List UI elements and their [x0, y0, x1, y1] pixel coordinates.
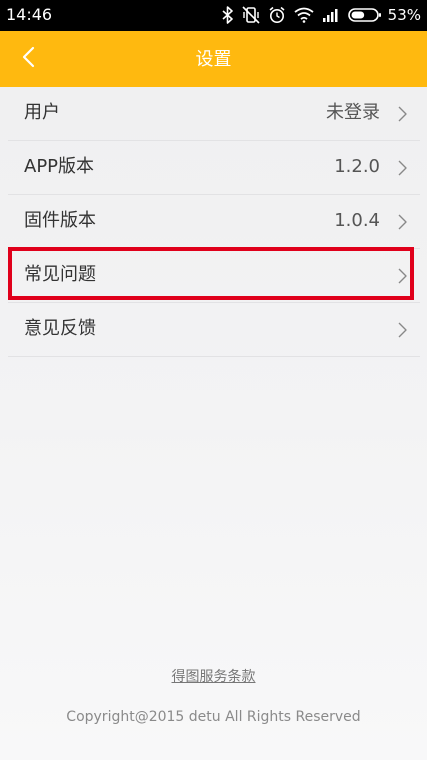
- status-icons: 53%: [222, 4, 421, 26]
- battery-percent: 53%: [387, 6, 421, 24]
- settings-item-label: 用户: [24, 102, 60, 123]
- app-bar: 设置: [0, 31, 427, 87]
- settings-item-faq[interactable]: 常见问题: [8, 249, 420, 303]
- vibrate-icon: [242, 6, 260, 24]
- chevron-right-icon: [394, 321, 410, 339]
- copyright-text: Copyright@2015 detu All Rights Reserved: [66, 709, 361, 725]
- bluetooth-icon: [222, 6, 234, 24]
- settings-item-feedback[interactable]: 意见反馈: [8, 303, 420, 357]
- signal-icon: [322, 7, 340, 23]
- settings-item-label: APP版本: [24, 156, 95, 177]
- page-title: 设置: [195, 49, 232, 70]
- settings-list: 用户 未登录 APP版本 1.2.0 固件版本 1.0.4 常见问题 意见反馈: [8, 87, 420, 357]
- settings-item-value: 未登录: [326, 102, 380, 123]
- settings-item-label: 意见反馈: [24, 318, 96, 339]
- terms-container: 得图服务条款: [0, 666, 427, 686]
- settings-item-label: 固件版本: [24, 210, 96, 231]
- settings-item-label: 常见问题: [24, 264, 96, 285]
- chevron-right-icon: [394, 105, 410, 123]
- battery-icon: [347, 7, 382, 23]
- settings-item-value: 1.2.0: [334, 156, 380, 177]
- status-bar: 14:46 53%: [0, 0, 427, 31]
- alarm-icon: [268, 6, 286, 24]
- wifi-icon: [294, 7, 314, 23]
- settings-item-value: 1.0.4: [334, 210, 380, 231]
- settings-item-app-version[interactable]: APP版本 1.2.0: [8, 141, 420, 195]
- settings-item-user[interactable]: 用户 未登录: [8, 87, 420, 141]
- chevron-right-icon: [394, 213, 410, 231]
- chevron-right-icon: [394, 267, 410, 285]
- status-time: 14:46: [6, 5, 53, 24]
- settings-item-firmware-version[interactable]: 固件版本 1.0.4: [8, 195, 420, 249]
- terms-link[interactable]: 得图服务条款: [172, 669, 256, 685]
- chevron-right-icon: [394, 159, 410, 177]
